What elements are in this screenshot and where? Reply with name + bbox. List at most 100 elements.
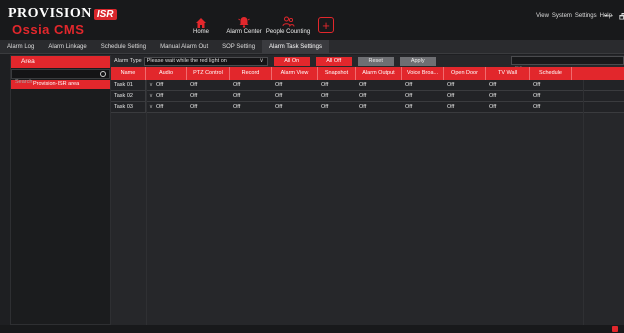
add-module-button[interactable]: + <box>318 17 334 33</box>
task-settings-panel: Alarm Type Please wait while the red lig… <box>111 55 624 325</box>
menu-view[interactable]: View <box>536 13 549 19</box>
column-header[interactable]: Snapshot <box>318 67 356 80</box>
record-cell[interactable]: Off <box>230 91 272 101</box>
column-header[interactable]: Alarm View <box>272 67 318 80</box>
schedule-cell[interactable]: Off <box>530 102 572 112</box>
ptz-control-cell[interactable]: Off <box>187 102 230 112</box>
chevron-down-icon: ∨ <box>149 104 154 110</box>
column-header[interactable]: Alarm Output <box>356 67 402 80</box>
nav-alarm-center[interactable]: Alarm Center <box>226 14 262 50</box>
home-icon <box>196 14 206 28</box>
nav-home-label: Home <box>192 29 209 35</box>
cell-value: Off <box>156 93 164 99</box>
minimize-icon[interactable]: — <box>605 11 613 25</box>
voice-broadcast-cell[interactable]: Off <box>402 102 444 112</box>
grid-divider <box>146 80 147 325</box>
open-door-cell[interactable]: Off <box>444 91 486 101</box>
snapshot-cell[interactable]: Off <box>318 80 356 90</box>
tab-schedule-setting[interactable]: Schedule Setting <box>94 40 153 54</box>
nav-people-counting-label: People Counting <box>265 29 311 35</box>
alarm-type-select[interactable]: Please wait while the red light on ∨ <box>143 56 268 66</box>
task-toolbar: Alarm Type Please wait while the red lig… <box>111 55 624 73</box>
tab-alarm-linkage[interactable]: Alarm Linkage <box>41 40 93 54</box>
voice-broadcast-cell[interactable]: Off <box>402 80 444 90</box>
tv-wall-cell[interactable]: Off <box>486 91 530 101</box>
area-panel: Area Provision-ISR area <box>10 55 111 325</box>
snapshot-cell[interactable]: Off <box>318 102 356 112</box>
tab-sop-setting[interactable]: SOP Setting <box>215 40 262 54</box>
task-name-cell: Task 03 <box>111 102 146 112</box>
area-panel-title: Area <box>11 56 110 68</box>
cell-value: Off <box>156 104 164 110</box>
audio-cell[interactable]: ∨ Off <box>146 80 187 90</box>
status-bar <box>0 325 624 333</box>
nav-people-counting[interactable]: People Counting <box>266 14 310 35</box>
menu-settings[interactable]: Settings <box>575 13 597 19</box>
cell-value: Off <box>156 82 164 88</box>
alarm-output-cell[interactable]: Off <box>356 102 402 112</box>
alarm-bell-icon <box>238 14 250 28</box>
record-cell[interactable]: Off <box>230 80 272 90</box>
menu-system[interactable]: System <box>552 13 572 19</box>
column-header[interactable]: Open Door <box>444 67 486 80</box>
people-counting-icon <box>282 14 295 28</box>
audio-cell[interactable]: ∨ Off <box>146 102 187 112</box>
table-row[interactable]: Task 03 ∨ Off Off Off Off Off Off Off Off… <box>111 102 624 113</box>
apply-button[interactable]: Apply <box>399 56 436 66</box>
schedule-cell[interactable]: Off <box>530 80 572 90</box>
record-cell[interactable]: Off <box>230 102 272 112</box>
alarm-output-cell[interactable]: Off <box>356 80 402 90</box>
nav-alarm-center-label: Alarm Center <box>226 29 262 35</box>
alarm-output-cell[interactable]: Off <box>356 91 402 101</box>
restore-icon[interactable]: 🗗 <box>619 11 624 25</box>
alarm-type-value: Please wait while the red light on <box>146 57 227 64</box>
window-controls: — 🗗 <box>605 11 624 25</box>
task-name-cell: Task 02 <box>111 91 146 101</box>
task-name-cell: Task 01 <box>111 80 146 90</box>
tab-bar: Alarm Log Alarm Linkage Schedule Setting… <box>0 40 624 54</box>
search-icon[interactable] <box>100 71 106 77</box>
column-header[interactable]: PTZ Control <box>187 67 230 80</box>
ptz-control-cell[interactable]: Off <box>187 80 230 90</box>
status-indicator-icon[interactable] <box>612 326 618 332</box>
area-search <box>11 69 110 86</box>
column-header[interactable]: Schedule <box>530 67 572 80</box>
open-door-cell[interactable]: Off <box>444 80 486 90</box>
tab-alarm-log[interactable]: Alarm Log <box>0 40 41 54</box>
table-row[interactable]: Task 01 ∨ Off Off Off Off Off Off Off Off… <box>111 80 624 91</box>
area-search-input[interactable] <box>12 78 109 86</box>
tv-wall-cell[interactable]: Off <box>486 80 530 90</box>
brand-name: PROVISION <box>8 6 92 21</box>
tab-manual-alarm-out[interactable]: Manual Alarm Out <box>153 40 215 54</box>
brand-tag: ISR <box>93 8 117 20</box>
tab-alarm-task-settings[interactable]: Alarm Task Settings <box>262 40 329 54</box>
tv-wall-cell[interactable]: Off <box>486 102 530 112</box>
table-header: Name Audio PTZ Control Record Alarm View… <box>111 67 624 80</box>
all-on-button[interactable]: All On <box>273 56 310 66</box>
open-door-cell[interactable]: Off <box>444 102 486 112</box>
audio-cell[interactable]: ∨ Off <box>146 91 187 101</box>
column-header[interactable]: Audio <box>146 67 187 80</box>
schedule-cell[interactable]: Off <box>530 91 572 101</box>
alarm-type-label: Alarm Type <box>114 58 142 64</box>
alarm-view-cell[interactable]: Off <box>272 102 318 112</box>
column-header[interactable]: TV Wall <box>486 67 530 80</box>
voice-broadcast-cell[interactable]: Off <box>402 91 444 101</box>
column-header[interactable]: Name <box>111 67 146 80</box>
column-header[interactable]: Record <box>230 67 272 80</box>
chevron-down-icon: ∨ <box>259 57 264 64</box>
chevron-down-icon: ∨ <box>149 82 154 88</box>
table-row[interactable]: Task 02 ∨ Off Off Off Off Off Off Off Off… <box>111 91 624 102</box>
alarm-view-cell[interactable]: Off <box>272 80 318 90</box>
snapshot-cell[interactable]: Off <box>318 91 356 101</box>
system-menu: View System Settings Help <box>536 13 612 19</box>
column-header[interactable]: Voice Broa... <box>402 67 444 80</box>
alarm-view-cell[interactable]: Off <box>272 91 318 101</box>
nav-home[interactable]: Home <box>190 14 212 35</box>
plus-icon: + <box>322 17 330 33</box>
column-header-spacer <box>572 67 624 80</box>
title-bar: PROVISION ISR Ossia CMS Home Alarm Cente… <box>0 0 624 50</box>
ptz-control-cell[interactable]: Off <box>187 91 230 101</box>
all-off-button[interactable]: All Off <box>315 56 352 66</box>
reset-button[interactable]: Reset <box>357 56 394 66</box>
